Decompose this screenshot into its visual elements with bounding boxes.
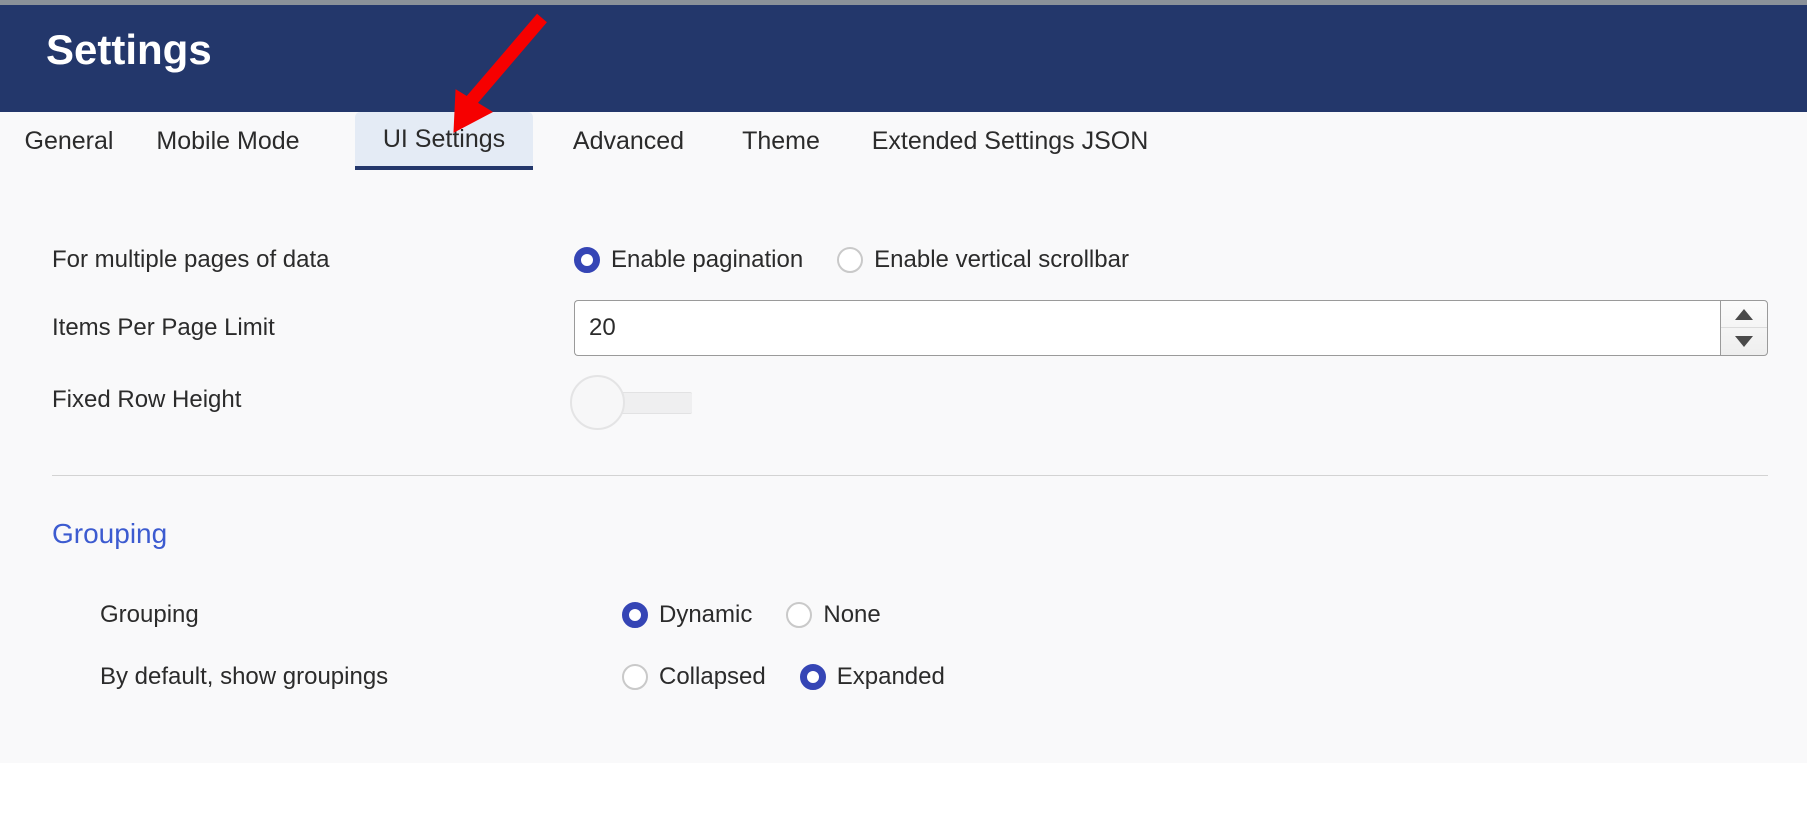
triangle-down-icon xyxy=(1735,336,1753,347)
radio-selected-icon xyxy=(799,664,826,690)
items-per-page-spinner xyxy=(1720,300,1768,356)
radio-selected-icon xyxy=(622,602,648,628)
row-items-per-page-label: Items Per Page Limit xyxy=(52,314,275,341)
tab-ui-settings[interactable]: UI Settings xyxy=(355,112,533,170)
radio-grouping-dynamic[interactable]: Dynamic xyxy=(622,602,752,628)
row-multiple-pages-label: For multiple pages of data xyxy=(52,246,330,273)
row-grouping: Grouping Dynamic None xyxy=(0,595,1807,635)
tab-general[interactable]: General xyxy=(10,112,128,170)
row-fixed-row-height-label: Fixed Row Height xyxy=(52,386,242,413)
radio-enable-vertical-scrollbar[interactable]: Enable vertical scrollbar xyxy=(837,247,1129,273)
radio-show-groupings-expanded[interactable]: Expanded xyxy=(799,663,945,690)
radio-grouping-none-label: None xyxy=(823,601,881,628)
toggle-knob xyxy=(570,375,625,430)
radio-show-groupings-expanded-label: Expanded xyxy=(836,663,945,690)
row-grouping-label: Grouping xyxy=(100,601,199,628)
settings-tab-bar: General Mobile Mode UI Settings Advanced… xyxy=(0,112,1807,170)
items-per-page-input[interactable] xyxy=(574,300,1720,356)
section-divider xyxy=(52,475,1768,476)
radio-enable-pagination[interactable]: Enable pagination xyxy=(574,247,803,273)
items-per-page-stepper xyxy=(574,300,1768,356)
tab-extended-settings-json[interactable]: Extended Settings JSON xyxy=(855,112,1165,170)
radio-show-groupings-collapsed-label: Collapsed xyxy=(659,663,766,690)
tab-theme[interactable]: Theme xyxy=(726,112,836,170)
radio-grouping-none[interactable]: None xyxy=(786,601,881,628)
app-header: Settings xyxy=(0,5,1807,112)
radio-show-groupings-collapsed[interactable]: Collapsed xyxy=(622,664,766,690)
radio-selected-icon xyxy=(574,247,600,273)
grouping-section-title: Grouping xyxy=(52,518,168,549)
pagination-radio-group: Enable pagination Enable vertical scroll… xyxy=(574,240,1129,280)
radio-unselected-icon xyxy=(786,602,813,628)
show-groupings-radio-group: Collapsed Expanded xyxy=(622,657,945,697)
row-show-groupings-label: By default, show groupings xyxy=(100,663,389,690)
row-fixed-row-height: Fixed Row Height xyxy=(0,375,1807,436)
triangle-up-icon xyxy=(1735,308,1753,320)
radio-grouping-dynamic-label: Dynamic xyxy=(659,601,753,628)
radio-enable-pagination-label: Enable pagination xyxy=(611,246,804,273)
tab-mobile-mode[interactable]: Mobile Mode xyxy=(138,112,318,170)
spinner-down-button[interactable] xyxy=(1721,328,1767,355)
fixed-row-height-toggle[interactable] xyxy=(570,375,692,430)
row-show-groupings: By default, show groupings Collapsed Exp… xyxy=(0,657,1807,697)
radio-unselected-icon xyxy=(837,247,864,273)
settings-page: Settings General Mobile Mode UI Settings… xyxy=(0,0,1807,826)
row-items-per-page: Items Per Page Limit xyxy=(0,300,1807,360)
radio-unselected-icon xyxy=(622,664,648,690)
radio-enable-vertical-scrollbar-label: Enable vertical scrollbar xyxy=(874,246,1129,273)
settings-content-panel: General Mobile Mode UI Settings Advanced… xyxy=(0,112,1807,763)
spinner-up-button[interactable] xyxy=(1721,301,1767,328)
page-title: Settings xyxy=(46,26,212,73)
tab-advanced[interactable]: Advanced xyxy=(552,112,705,170)
row-multiple-pages: For multiple pages of data Enable pagina… xyxy=(0,240,1807,280)
grouping-radio-group: Dynamic None xyxy=(622,595,881,635)
